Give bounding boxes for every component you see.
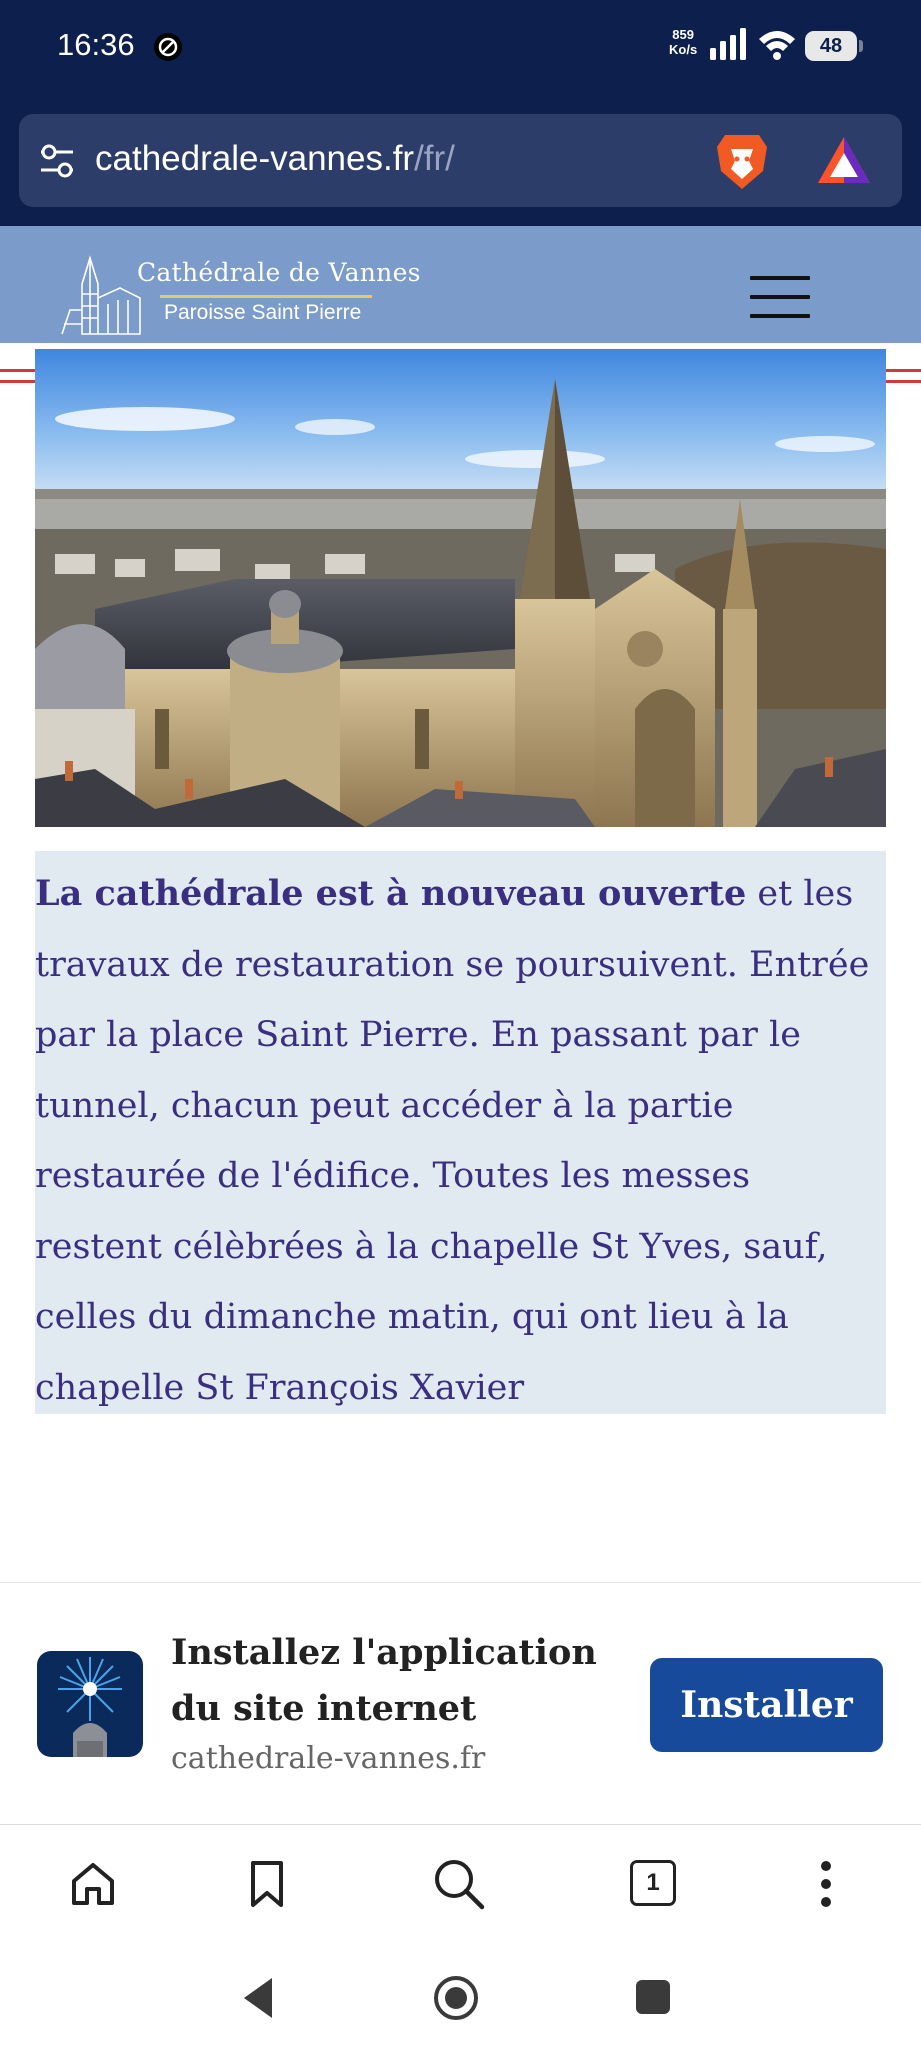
logo-divider bbox=[160, 295, 372, 298]
browser-toolbar: 1 bbox=[0, 1824, 921, 1952]
recents-icon[interactable] bbox=[634, 1978, 672, 2016]
url-domain: cathedrale-vannes.fr bbox=[95, 139, 415, 178]
url-text[interactable]: cathedrale-vannes.fr/fr/ bbox=[95, 139, 455, 179]
tabs-button[interactable]: 1 bbox=[630, 1860, 676, 1906]
url-path: /fr/ bbox=[414, 139, 455, 178]
install-domain: cathedrale-vannes.fr bbox=[171, 1741, 486, 1776]
home-icon[interactable] bbox=[68, 1859, 118, 1909]
decorative-red-line bbox=[886, 380, 921, 383]
announcement-text: La cathédrale est à nouveau ouverte et l… bbox=[35, 859, 886, 1423]
brave-rewards-icon[interactable] bbox=[816, 135, 872, 187]
decorative-red-line bbox=[0, 380, 35, 383]
do-not-disturb-icon bbox=[154, 33, 182, 61]
network-speed-unit: Ko/s bbox=[669, 42, 698, 57]
announcement-box: La cathédrale est à nouveau ouverte et l… bbox=[35, 851, 886, 1414]
announcement-body: et les travaux de restauration se poursu… bbox=[35, 874, 870, 1408]
wifi-icon bbox=[759, 31, 795, 60]
back-icon[interactable] bbox=[240, 1976, 276, 2020]
address-bar[interactable]: cathedrale-vannes.fr/fr/ bbox=[19, 114, 902, 207]
cathedral-hero-image bbox=[35, 349, 886, 827]
search-icon[interactable] bbox=[432, 1857, 486, 1911]
status-time: 16:36 bbox=[57, 27, 135, 62]
brave-shields-icon[interactable] bbox=[715, 131, 769, 191]
app-icon bbox=[37, 1651, 143, 1757]
network-speed: 859 Ko/s bbox=[669, 27, 697, 57]
install-button[interactable]: Installer bbox=[650, 1658, 883, 1752]
cathedral-logo-icon[interactable] bbox=[60, 254, 144, 338]
decorative-red-line bbox=[0, 369, 35, 372]
home-icon[interactable] bbox=[432, 1974, 480, 2022]
site-subtitle: Paroisse Saint Pierre bbox=[164, 301, 362, 324]
cell-signal-icon bbox=[710, 28, 746, 60]
battery-indicator: 48 bbox=[805, 31, 863, 61]
network-speed-value: 859 bbox=[672, 27, 694, 42]
install-title: Installez l'application du site internet bbox=[171, 1632, 597, 1729]
menu-button[interactable] bbox=[750, 276, 810, 318]
status-bar: 16:36 859 Ko/s 48 bbox=[0, 0, 921, 96]
install-app-banner: Installez l'application du site internet… bbox=[0, 1582, 921, 1824]
announcement-bold: La cathédrale est à nouveau ouverte bbox=[35, 873, 747, 914]
browser-top-area: 16:36 859 Ko/s 48 cathedrale-vannes.fr/f… bbox=[0, 0, 921, 226]
more-icon[interactable] bbox=[814, 1859, 838, 1909]
site-settings-icon[interactable] bbox=[39, 144, 75, 178]
bookmark-icon[interactable] bbox=[245, 1859, 289, 1909]
system-navigation-bar bbox=[0, 1952, 921, 2048]
decorative-red-line bbox=[886, 369, 921, 372]
site-title[interactable]: Cathédrale de Vannes bbox=[137, 258, 421, 287]
